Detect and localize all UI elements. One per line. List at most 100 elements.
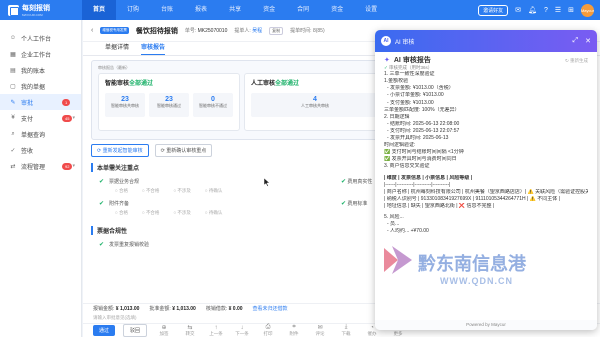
stat-number: 0 xyxy=(211,96,215,103)
stat-manual-total[interactable]: 4 人工审核共审核 xyxy=(251,93,379,117)
rerun-smart-audit-button[interactable]: ⟳ 重新发起智能审核 xyxy=(91,144,149,157)
unreturned-loan-link[interactable]: 查看未归还借款 xyxy=(253,305,288,312)
nav-reports[interactable]: 报表 xyxy=(184,0,218,20)
invoice-type-tag: 增值税专用发票 xyxy=(100,27,129,34)
focus-right-label: 费用真实性 xyxy=(347,178,373,185)
footer-tool-transfer[interactable]: ⇆ 转交 xyxy=(181,324,199,337)
sidebar-item-my-documents[interactable]: ▢ 我的单据 xyxy=(0,78,81,94)
tab-audit-report[interactable]: 审核报告 xyxy=(141,42,166,55)
stat-smart-failed[interactable]: 0 智能审核不通过 xyxy=(193,93,233,117)
footer-tool-next[interactable]: ↓ 下一条 xyxy=(233,325,251,337)
radio-option[interactable]: 待确认 xyxy=(205,188,223,194)
stat-smart-passed[interactable]: 23 智能审核通过 xyxy=(149,93,189,117)
stat-number: 23 xyxy=(121,96,129,103)
audit-summary-box: 审核报告（最新） 智能审核全部通过 23 智能审核共审核 23 智能审核通过 0 智能… xyxy=(91,60,391,140)
submit-time: 提单时间: 8(85) xyxy=(290,28,325,34)
sidebar-item-personal-workbench[interactable]: ☺ 个人工作台 xyxy=(0,30,81,46)
radio-option[interactable]: 不合格 xyxy=(142,210,160,216)
approve-icon: ✎ xyxy=(10,99,16,106)
pay-icon: ¥ xyxy=(11,115,15,121)
invite-button[interactable]: 邀请好友 xyxy=(478,4,509,16)
smart-audit-heading: 智能审核全部通过 xyxy=(99,74,239,91)
audit-report-content: 审核报告（最新） 智能审核全部通过 23 智能审核共审核 23 智能审核通过 0 智能… xyxy=(91,60,391,300)
nav-funds[interactable]: 资金 xyxy=(252,0,286,20)
manual-audit-heading: 人工审核全部通过 xyxy=(245,74,385,91)
stat-label: 人工审核共审核 xyxy=(301,103,329,108)
stat-smart-total[interactable]: 23 智能审核共审核 xyxy=(105,93,145,117)
mail-icon[interactable]: ✉ xyxy=(515,6,521,14)
watermark-url: WWW.QDN.CN xyxy=(440,276,513,286)
check-circle-icon: ✔ xyxy=(99,200,105,207)
maycur-logo-icon xyxy=(8,4,19,16)
submitter-label: 提单人: xyxy=(234,28,251,34)
focus-section-title: 本单需关注重点 xyxy=(91,163,391,172)
check-circle-icon: ✔ xyxy=(99,178,105,185)
nav-home[interactable]: 首页 xyxy=(82,0,117,20)
expand-icon[interactable]: ⤢ xyxy=(573,37,579,45)
chevron-down-icon: ▾ xyxy=(72,163,75,169)
radio-option[interactable]: 待确认 xyxy=(205,210,223,216)
sidebar-item-label: 企业工作台 xyxy=(21,52,52,59)
sidebar-item-flow-management[interactable]: ⇄ 流程管理 92 ▾ xyxy=(0,158,81,174)
footer-tool-print[interactable]: ⎙ 打印 xyxy=(259,324,277,337)
radio-option[interactable]: 合格 xyxy=(115,210,128,216)
sidebar-item-my-ledger[interactable]: ▤ 我的账本 xyxy=(0,62,81,78)
nav-settings[interactable]: 设置 xyxy=(354,0,388,20)
reject-button[interactable]: 驳回 xyxy=(123,324,148,337)
sidebar-item-label: 我的账本 xyxy=(21,68,46,75)
sidebar-item-payment[interactable]: ¥ 支付 45 ▾ xyxy=(0,110,81,126)
back-arrow-icon[interactable]: ‹ xyxy=(91,27,93,34)
submitter-name[interactable]: 吴程 xyxy=(252,28,262,34)
sidebar-item-enterprise-workbench[interactable]: ▦ 企业工作台 xyxy=(0,46,81,62)
help-icon[interactable]: ? xyxy=(544,7,548,14)
doc-number: 单号: MK25070010 xyxy=(185,27,228,34)
ai-report-line: 3. 商户信息交叉验证 xyxy=(384,163,430,170)
copy-button[interactable]: 复制 xyxy=(269,26,284,35)
footer-tool-comment[interactable]: ✉ 评论 xyxy=(311,324,329,337)
sidebar-item-approval[interactable]: ✎ 审批 1 xyxy=(0,94,81,110)
radio-option[interactable]: 不涉及 xyxy=(173,210,191,216)
ai-report-line: | 维度 | 发票信息 | 小票信息 | 风险等级 | xyxy=(384,174,473,181)
tab-document-details[interactable]: 单据详情 xyxy=(105,42,129,55)
pass-button[interactable]: 通过 xyxy=(93,325,116,336)
footer-tool-download[interactable]: ⤓ 下载 xyxy=(337,324,355,337)
footer-tool-prev[interactable]: ↑ 上一条 xyxy=(207,325,225,337)
writeoff-amount-label: 核销借款: xyxy=(205,306,228,312)
close-icon[interactable]: ✕ xyxy=(585,37,591,45)
ai-report-line: - 支付时间: 2025-06-13 22:07:57 xyxy=(387,127,460,134)
focus-item: ✔ 附件齐备 ✔ 费用标准 xyxy=(91,199,391,207)
regenerate-button[interactable]: ↻ 重新生成 xyxy=(565,57,588,64)
app-logo[interactable]: 每刻报销 MAYCUR.COM xyxy=(0,0,82,20)
footer-tool-attachment[interactable]: ⌗ 附件 xyxy=(285,324,303,337)
add-sign-icon: ⊕ xyxy=(161,325,167,331)
radio-option[interactable]: 不合格 xyxy=(142,188,160,194)
ai-report-line: 1.金额校验 xyxy=(384,78,409,85)
ai-report-line: 三单金额匹配度: 100%（无差异） xyxy=(384,106,460,113)
logo-text: 每刻报销 xyxy=(22,5,50,12)
ai-report-line: - 支付金额: ¥1013.00 xyxy=(387,99,434,106)
sidebar-item-doc-query[interactable]: ⌕ 单据查询 xyxy=(0,126,81,142)
nav-funds-2[interactable]: 资金 xyxy=(320,0,354,20)
footer-tool-add-sign[interactable]: ⊕ 加签 xyxy=(155,324,173,337)
sidebar-item-sign[interactable]: ✓ 签收 xyxy=(0,142,81,158)
radio-option[interactable]: 合格 xyxy=(115,188,128,194)
grid-icon[interactable]: ⊞ xyxy=(568,6,574,14)
smart-audit-title: 智能审核 xyxy=(105,81,130,87)
chat-icon[interactable]: ☰ xyxy=(555,6,561,14)
ai-report-line: - 发票开具时间: 2025-06-13 xyxy=(387,135,449,142)
nav-order[interactable]: 订购 xyxy=(116,0,150,20)
reconfirm-focus-button[interactable]: ⟳ 重新确认审核重点 xyxy=(154,144,213,157)
printer-icon: ⎙ xyxy=(265,324,271,330)
nav-ledger[interactable]: 台账 xyxy=(150,0,184,20)
payment-count-badge: 45 xyxy=(62,114,73,122)
nav-share[interactable]: 共享 xyxy=(218,0,252,20)
nav-contract[interactable]: 合同 xyxy=(286,0,320,20)
focus-radio-group: 合格 不合格 不涉及 待确认 xyxy=(91,188,391,194)
ai-report-text: 1. 三单一致性深度验证 1.金额校验 - 发票金额: ¥1013.00（含税） - … xyxy=(384,71,588,235)
bell-icon[interactable]: 🔔︎ xyxy=(528,6,537,14)
avatar[interactable]: Maycur xyxy=(581,3,594,17)
manual-audit-card: 人工审核全部通过 4 人工审核共审核 xyxy=(244,73,386,131)
ai-report-line: | 地址信息 | 缺失 | 望京西路北街 | ❌ 信息不完整 | xyxy=(384,202,495,209)
stat-label: 智能审核通过 xyxy=(157,103,181,108)
radio-option[interactable]: 不涉及 xyxy=(173,188,191,194)
